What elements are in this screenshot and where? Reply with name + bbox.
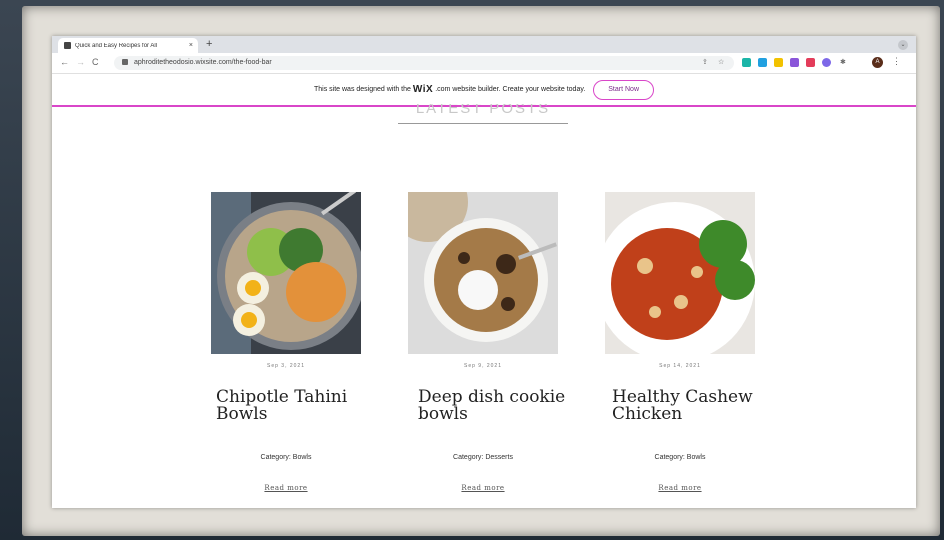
bookmark-star-icon[interactable]: ☆ [718, 58, 724, 66]
new-tab-button[interactable]: + [206, 38, 212, 50]
section-title: LATEST POSTS [415, 104, 551, 117]
banner-text-after: .com website builder. Create your websit… [435, 86, 586, 93]
post-date: Sep 3, 2021 [267, 363, 305, 369]
wix-logo: WiX [412, 84, 434, 95]
browser-menu-icon[interactable]: ⋮ [892, 56, 901, 67]
tab-title: Quick and Easy Recipes for All [75, 42, 158, 49]
extension-icon[interactable] [806, 58, 815, 67]
banner-text-before: This site was designed with the [314, 86, 411, 93]
post-title[interactable]: Healthy Cashew Chicken [612, 389, 762, 423]
puzzle-extensions-icon[interactable]: ✱ [840, 58, 846, 66]
back-arrow-icon[interactable]: ← [60, 57, 69, 67]
post-image-cashew-chicken[interactable] [605, 192, 755, 354]
read-more-link[interactable]: Read more [605, 484, 755, 492]
post-category[interactable]: Category: Bowls [211, 454, 361, 461]
extension-icon[interactable] [742, 58, 751, 67]
post-date: Sep 14, 2021 [659, 363, 701, 369]
share-icon[interactable]: ⇪ [702, 58, 708, 66]
address-bar[interactable]: aphroditetheodosio.wixsite.com/the-food-… [114, 56, 734, 70]
url-text: aphroditetheodosio.wixsite.com/the-food-… [134, 59, 272, 66]
extension-icon[interactable] [790, 58, 799, 67]
browser-tab[interactable]: Quick and Easy Recipes for All × [58, 38, 198, 53]
reload-icon[interactable]: C [92, 57, 99, 67]
post-category[interactable]: Category: Desserts [408, 454, 558, 461]
post-category[interactable]: Category: Bowls [605, 454, 755, 461]
profile-avatar[interactable]: A [872, 57, 883, 68]
site-favicon-icon [64, 42, 71, 49]
section-title-underline [398, 123, 568, 124]
tab-search-icon[interactable]: ⌄ [898, 40, 908, 50]
post-image-chipotle-bowls[interactable] [211, 192, 361, 354]
extension-icon[interactable] [758, 58, 767, 67]
post-title[interactable]: Chipotle Tahini Bowls [216, 389, 366, 423]
read-more-link[interactable]: Read more [211, 484, 361, 492]
extension-icon[interactable] [774, 58, 783, 67]
tab-close-icon[interactable]: × [189, 42, 193, 49]
wix-banner: This site was designed with the WiX .com… [52, 74, 916, 107]
post-image-cookie-bowls[interactable] [408, 192, 558, 354]
start-now-button[interactable]: Start Now [593, 79, 654, 100]
browser-toolbar: ← → C aphroditetheodosio.wixsite.com/the… [52, 53, 916, 74]
extension-icon[interactable] [822, 58, 831, 67]
lock-icon [122, 59, 128, 66]
forward-arrow-icon[interactable]: → [76, 57, 85, 67]
tab-strip: Quick and Easy Recipes for All × + ⌄ [52, 36, 916, 53]
post-date: Sep 9, 2021 [464, 363, 502, 369]
browser-window: Quick and Easy Recipes for All × + ⌄ ← →… [52, 36, 916, 508]
post-title[interactable]: Deep dish cookie bowls [418, 389, 568, 423]
read-more-link[interactable]: Read more [408, 484, 558, 492]
